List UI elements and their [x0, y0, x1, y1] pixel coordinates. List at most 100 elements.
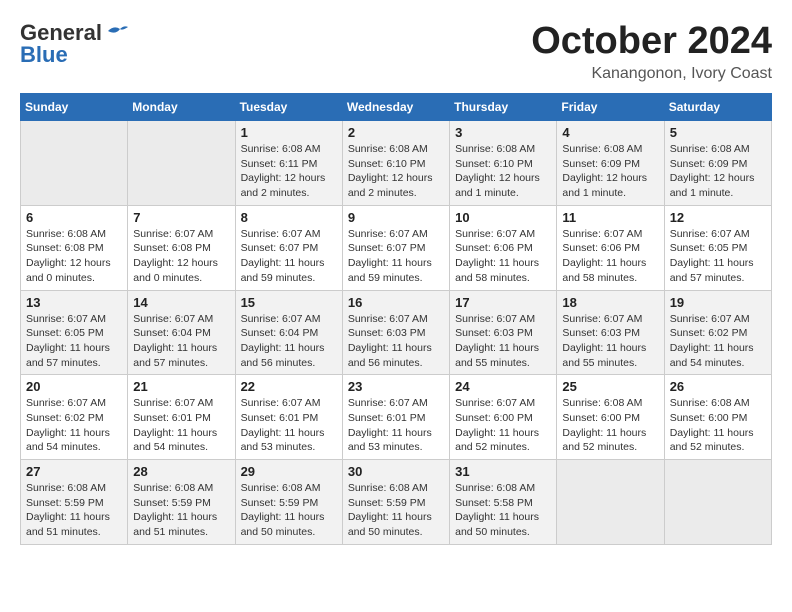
calendar-cell: 9Sunrise: 6:07 AM Sunset: 6:07 PM Daylig…: [342, 205, 449, 290]
day-detail: Sunrise: 6:08 AM Sunset: 6:00 PM Dayligh…: [562, 396, 658, 455]
day-detail: Sunrise: 6:08 AM Sunset: 5:59 PM Dayligh…: [133, 481, 229, 540]
calendar-cell: 1Sunrise: 6:08 AM Sunset: 6:11 PM Daylig…: [235, 121, 342, 206]
day-number: 17: [455, 295, 551, 310]
calendar-cell: 10 Sunrise: 6:07 AM Sunset: 6:06 PM Dayli…: [450, 205, 557, 290]
day-detail: Sunrise: 6:08 AM Sunset: 6:08 PM Dayligh…: [26, 227, 122, 286]
calendar-table: SundayMondayTuesdayWednesdayThursdayFrid…: [20, 93, 772, 545]
calendar-cell: 6 Sunrise: 6:08 AM Sunset: 6:08 PM Daylig…: [21, 205, 128, 290]
calendar-cell: [664, 460, 771, 545]
day-detail: Sunrise: 6:07 AM Sunset: 6:05 PM Dayligh…: [670, 227, 766, 286]
day-number: 25: [562, 379, 658, 394]
calendar-cell: 7 Sunrise: 6:07 AM Sunset: 6:08 PM Daylig…: [128, 205, 235, 290]
calendar-week-row: 6 Sunrise: 6:08 AM Sunset: 6:08 PM Daylig…: [21, 205, 772, 290]
day-number: 31: [455, 464, 551, 479]
calendar-cell: 21 Sunrise: 6:07 AM Sunset: 6:01 PM Dayli…: [128, 375, 235, 460]
calendar-cell: 23Sunrise: 6:07 AM Sunset: 6:01 PM Dayli…: [342, 375, 449, 460]
day-number: 22: [241, 379, 337, 394]
day-number: 9: [348, 210, 444, 225]
calendar-cell: 25 Sunrise: 6:08 AM Sunset: 6:00 PM Dayli…: [557, 375, 664, 460]
day-number: 8: [241, 210, 337, 225]
day-number: 28: [133, 464, 229, 479]
calendar-cell: 14 Sunrise: 6:07 AM Sunset: 6:04 PM Dayli…: [128, 290, 235, 375]
calendar-cell: 27 Sunrise: 6:08 AM Sunset: 5:59 PM Dayli…: [21, 460, 128, 545]
title-block: October 2024 Kanangonon, Ivory Coast: [531, 20, 772, 83]
calendar-cell: 26Sunrise: 6:08 AM Sunset: 6:00 PM Dayli…: [664, 375, 771, 460]
day-detail: Sunrise: 6:08 AM Sunset: 6:09 PM Dayligh…: [670, 142, 766, 201]
calendar-cell: 28 Sunrise: 6:08 AM Sunset: 5:59 PM Dayli…: [128, 460, 235, 545]
weekday-header: Tuesday: [235, 94, 342, 121]
day-number: 16: [348, 295, 444, 310]
logo-bird-icon: [106, 23, 128, 41]
calendar-cell: 4 Sunrise: 6:08 AM Sunset: 6:09 PM Daylig…: [557, 121, 664, 206]
day-number: 27: [26, 464, 122, 479]
day-number: 12: [670, 210, 766, 225]
logo: General Blue: [20, 20, 128, 68]
calendar-cell: 19Sunrise: 6:07 AM Sunset: 6:02 PM Dayli…: [664, 290, 771, 375]
calendar-cell: [21, 121, 128, 206]
day-number: 10: [455, 210, 551, 225]
calendar-cell: 3 Sunrise: 6:08 AM Sunset: 6:10 PM Daylig…: [450, 121, 557, 206]
calendar-cell: 8Sunrise: 6:07 AM Sunset: 6:07 PM Daylig…: [235, 205, 342, 290]
day-number: 21: [133, 379, 229, 394]
calendar-cell: 18 Sunrise: 6:07 AM Sunset: 6:03 PM Dayli…: [557, 290, 664, 375]
day-number: 2: [348, 125, 444, 140]
day-detail: Sunrise: 6:07 AM Sunset: 6:06 PM Dayligh…: [562, 227, 658, 286]
calendar-cell: 20 Sunrise: 6:07 AM Sunset: 6:02 PM Dayli…: [21, 375, 128, 460]
day-number: 14: [133, 295, 229, 310]
day-detail: Sunrise: 6:07 AM Sunset: 6:01 PM Dayligh…: [133, 396, 229, 455]
calendar-week-row: 20 Sunrise: 6:07 AM Sunset: 6:02 PM Dayli…: [21, 375, 772, 460]
calendar-cell: 12 Sunrise: 6:07 AM Sunset: 6:05 PM Dayli…: [664, 205, 771, 290]
day-detail: Sunrise: 6:07 AM Sunset: 6:06 PM Dayligh…: [455, 227, 551, 286]
day-detail: Sunrise: 6:08 AM Sunset: 5:59 PM Dayligh…: [26, 481, 122, 540]
calendar-cell: 29 Sunrise: 6:08 AM Sunset: 5:59 PM Dayli…: [235, 460, 342, 545]
weekday-header: Wednesday: [342, 94, 449, 121]
calendar-cell: 22 Sunrise: 6:07 AM Sunset: 6:01 PM Dayli…: [235, 375, 342, 460]
logo-blue: Blue: [20, 42, 68, 68]
day-number: 15: [241, 295, 337, 310]
weekday-header: Sunday: [21, 94, 128, 121]
day-detail: Sunrise: 6:08 AM Sunset: 6:11 PM Dayligh…: [241, 142, 337, 201]
page-header: General Blue October 2024 Kanangonon, Iv…: [20, 20, 772, 83]
day-number: 26: [670, 379, 766, 394]
day-detail: Sunrise: 6:07 AM Sunset: 6:00 PM Dayligh…: [455, 396, 551, 455]
day-number: 5: [670, 125, 766, 140]
day-detail: Sunrise: 6:08 AM Sunset: 6:09 PM Dayligh…: [562, 142, 658, 201]
calendar-cell: 13 Sunrise: 6:07 AM Sunset: 6:05 PM Dayli…: [21, 290, 128, 375]
calendar-cell: 31 Sunrise: 6:08 AM Sunset: 5:58 PM Dayli…: [450, 460, 557, 545]
day-number: 13: [26, 295, 122, 310]
day-number: 11: [562, 210, 658, 225]
day-detail: Sunrise: 6:07 AM Sunset: 6:04 PM Dayligh…: [133, 312, 229, 371]
day-detail: Sunrise: 6:07 AM Sunset: 6:08 PM Dayligh…: [133, 227, 229, 286]
day-number: 3: [455, 125, 551, 140]
day-detail: Sunrise: 6:07 AM Sunset: 6:05 PM Dayligh…: [26, 312, 122, 371]
calendar-cell: 24 Sunrise: 6:07 AM Sunset: 6:00 PM Dayli…: [450, 375, 557, 460]
day-number: 24: [455, 379, 551, 394]
calendar-cell: 16 Sunrise: 6:07 AM Sunset: 6:03 PM Dayli…: [342, 290, 449, 375]
calendar-week-row: 27 Sunrise: 6:08 AM Sunset: 5:59 PM Dayli…: [21, 460, 772, 545]
day-number: 18: [562, 295, 658, 310]
day-detail: Sunrise: 6:07 AM Sunset: 6:03 PM Dayligh…: [348, 312, 444, 371]
calendar-week-row: 13 Sunrise: 6:07 AM Sunset: 6:05 PM Dayli…: [21, 290, 772, 375]
calendar-cell: 30 Sunrise: 6:08 AM Sunset: 5:59 PM Dayli…: [342, 460, 449, 545]
day-number: 20: [26, 379, 122, 394]
day-number: 30: [348, 464, 444, 479]
weekday-header: Friday: [557, 94, 664, 121]
day-number: 4: [562, 125, 658, 140]
day-detail: Sunrise: 6:07 AM Sunset: 6:01 PM Dayligh…: [241, 396, 337, 455]
day-detail: Sunrise: 6:07 AM Sunset: 6:04 PM Dayligh…: [241, 312, 337, 371]
calendar-cell: 17Sunrise: 6:07 AM Sunset: 6:03 PM Dayli…: [450, 290, 557, 375]
day-detail: Sunrise: 6:08 AM Sunset: 5:59 PM Dayligh…: [348, 481, 444, 540]
calendar-week-row: 1Sunrise: 6:08 AM Sunset: 6:11 PM Daylig…: [21, 121, 772, 206]
calendar-cell: 15 Sunrise: 6:07 AM Sunset: 6:04 PM Dayli…: [235, 290, 342, 375]
weekday-header: Thursday: [450, 94, 557, 121]
day-detail: Sunrise: 6:08 AM Sunset: 5:59 PM Dayligh…: [241, 481, 337, 540]
day-detail: Sunrise: 6:08 AM Sunset: 6:10 PM Dayligh…: [455, 142, 551, 201]
day-detail: Sunrise: 6:07 AM Sunset: 6:03 PM Dayligh…: [562, 312, 658, 371]
day-number: 29: [241, 464, 337, 479]
day-detail: Sunrise: 6:07 AM Sunset: 6:02 PM Dayligh…: [670, 312, 766, 371]
day-detail: Sunrise: 6:07 AM Sunset: 6:02 PM Dayligh…: [26, 396, 122, 455]
calendar-cell: [557, 460, 664, 545]
day-number: 7: [133, 210, 229, 225]
day-number: 6: [26, 210, 122, 225]
day-detail: Sunrise: 6:08 AM Sunset: 5:58 PM Dayligh…: [455, 481, 551, 540]
